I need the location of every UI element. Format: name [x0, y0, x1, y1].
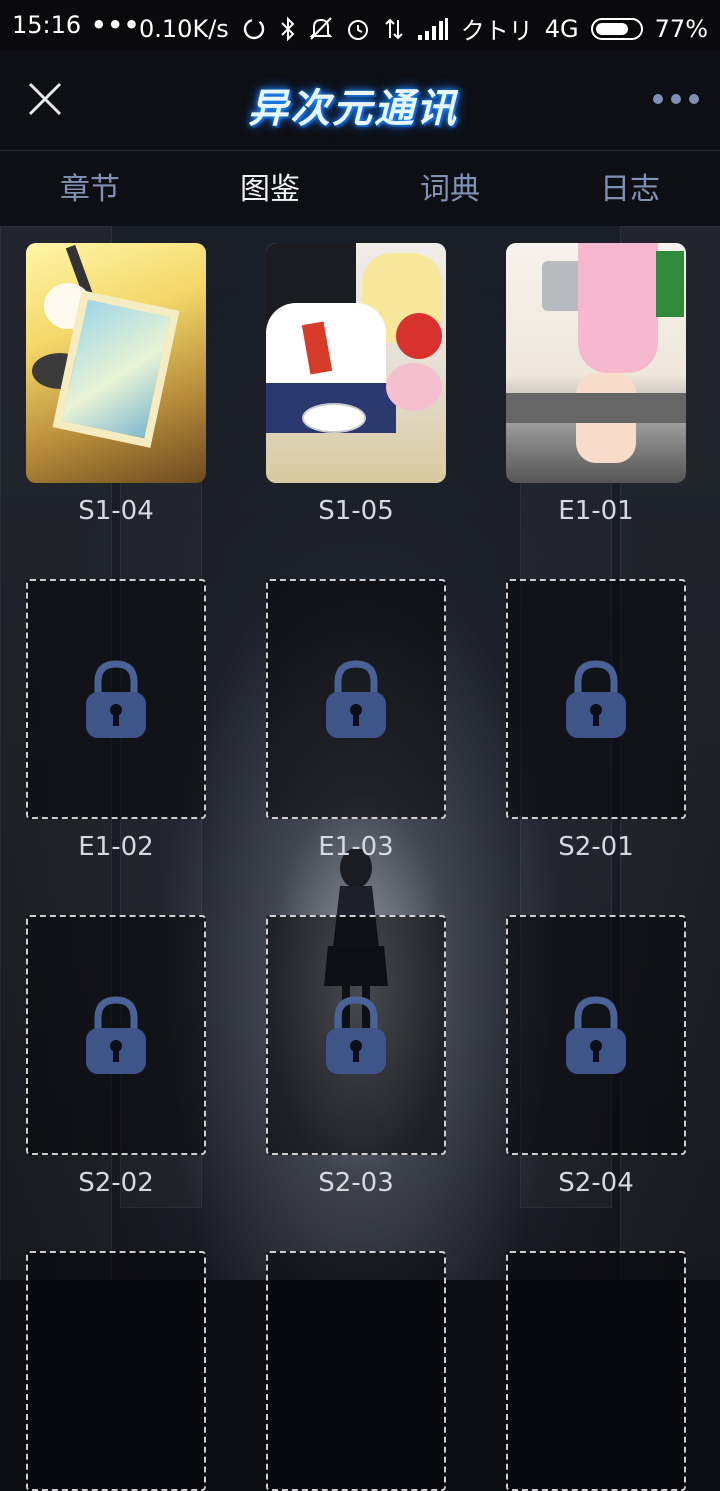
gallery-item-label: E1-01 — [558, 496, 634, 526]
signal-icon — [417, 17, 448, 40]
lock-icon — [326, 996, 386, 1074]
lock-icon — [566, 660, 626, 738]
gallery-thumbnail[interactable] — [506, 243, 686, 483]
gallery-item-label: E1-03 — [318, 832, 394, 862]
tab-bar: 章节 图鉴 词典 日志 — [0, 151, 720, 226]
sync-icon — [243, 18, 264, 39]
locked-slot[interactable] — [26, 579, 206, 819]
bluetooth-icon — [281, 16, 295, 41]
data-transfer-icon — [385, 18, 403, 39]
lock-icon — [326, 660, 386, 738]
gallery-item-label: S2-03 — [318, 1168, 394, 1198]
tab-dictionary[interactable]: 词典 — [360, 151, 540, 226]
gallery-item-locked[interactable] — [506, 1251, 686, 1491]
locked-slot[interactable] — [26, 1251, 206, 1491]
status-network: 4G — [544, 14, 579, 43]
battery-fill — [595, 22, 628, 35]
alarm-icon — [347, 19, 368, 40]
locked-slot[interactable] — [266, 915, 446, 1155]
locked-slot[interactable] — [266, 579, 446, 819]
mute-icon — [309, 16, 333, 40]
gallery-thumbnail[interactable] — [266, 243, 446, 483]
lock-icon — [86, 996, 146, 1074]
battery-icon — [590, 17, 643, 40]
gallery-thumbnail[interactable] — [26, 243, 206, 483]
tab-log[interactable]: 日志 — [540, 151, 720, 226]
gallery-item-locked[interactable]: E1-03 — [266, 579, 446, 865]
status-battery-percent: 77% — [654, 14, 708, 43]
gallery-item[interactable]: E1-01 — [506, 243, 686, 529]
locked-slot[interactable] — [266, 1251, 446, 1491]
lock-icon — [566, 996, 626, 1074]
gallery-item[interactable]: S1-04 — [26, 243, 206, 529]
status-more-dots: ••• — [91, 11, 141, 39]
locked-slot[interactable] — [26, 915, 206, 1155]
gallery-grid: S1-04 S1-05 E1-01 E1-02 E1-03 S2-01 S2-0… — [0, 226, 720, 1491]
locked-slot[interactable] — [506, 1251, 686, 1491]
gallery-item-locked[interactable] — [26, 1251, 206, 1491]
tab-chapters[interactable]: 章节 — [0, 151, 180, 226]
locked-slot[interactable] — [506, 579, 686, 819]
gallery-item-locked[interactable]: S2-03 — [266, 915, 446, 1201]
lock-icon — [86, 660, 146, 738]
status-carrier: クトリ — [460, 17, 533, 45]
close-icon[interactable] — [22, 76, 68, 122]
logo-text: 异次元通讯 — [248, 86, 458, 132]
gallery-item-locked[interactable]: S2-02 — [26, 915, 206, 1201]
locked-slot[interactable] — [506, 915, 686, 1155]
status-net-speed: 0.10K/s — [139, 14, 229, 43]
gallery-item-label: S2-04 — [558, 1168, 634, 1198]
tab-gallery[interactable]: 图鉴 — [180, 151, 360, 226]
gallery-item-label: S2-02 — [78, 1168, 154, 1198]
app-header: 异次元通讯 — [0, 50, 720, 151]
status-bar: 15:16 ••• 0.10K/s クトリ 4G 77% — [0, 0, 720, 50]
gallery-item-locked[interactable]: S2-01 — [506, 579, 686, 865]
gallery-item-label: S1-04 — [78, 496, 154, 526]
gallery-item-label: E1-02 — [78, 832, 154, 862]
gallery-item-label: S1-05 — [318, 496, 394, 526]
app-logo: 异次元通讯 — [236, 68, 484, 132]
gallery-item-label: S2-01 — [558, 832, 634, 862]
gallery-item-locked[interactable] — [266, 1251, 446, 1491]
status-time: 15:16 — [12, 11, 82, 39]
more-icon[interactable] — [648, 86, 704, 112]
gallery-item-locked[interactable]: S2-04 — [506, 915, 686, 1201]
gallery-item-locked[interactable]: E1-02 — [26, 579, 206, 865]
gallery-item[interactable]: S1-05 — [266, 243, 446, 529]
